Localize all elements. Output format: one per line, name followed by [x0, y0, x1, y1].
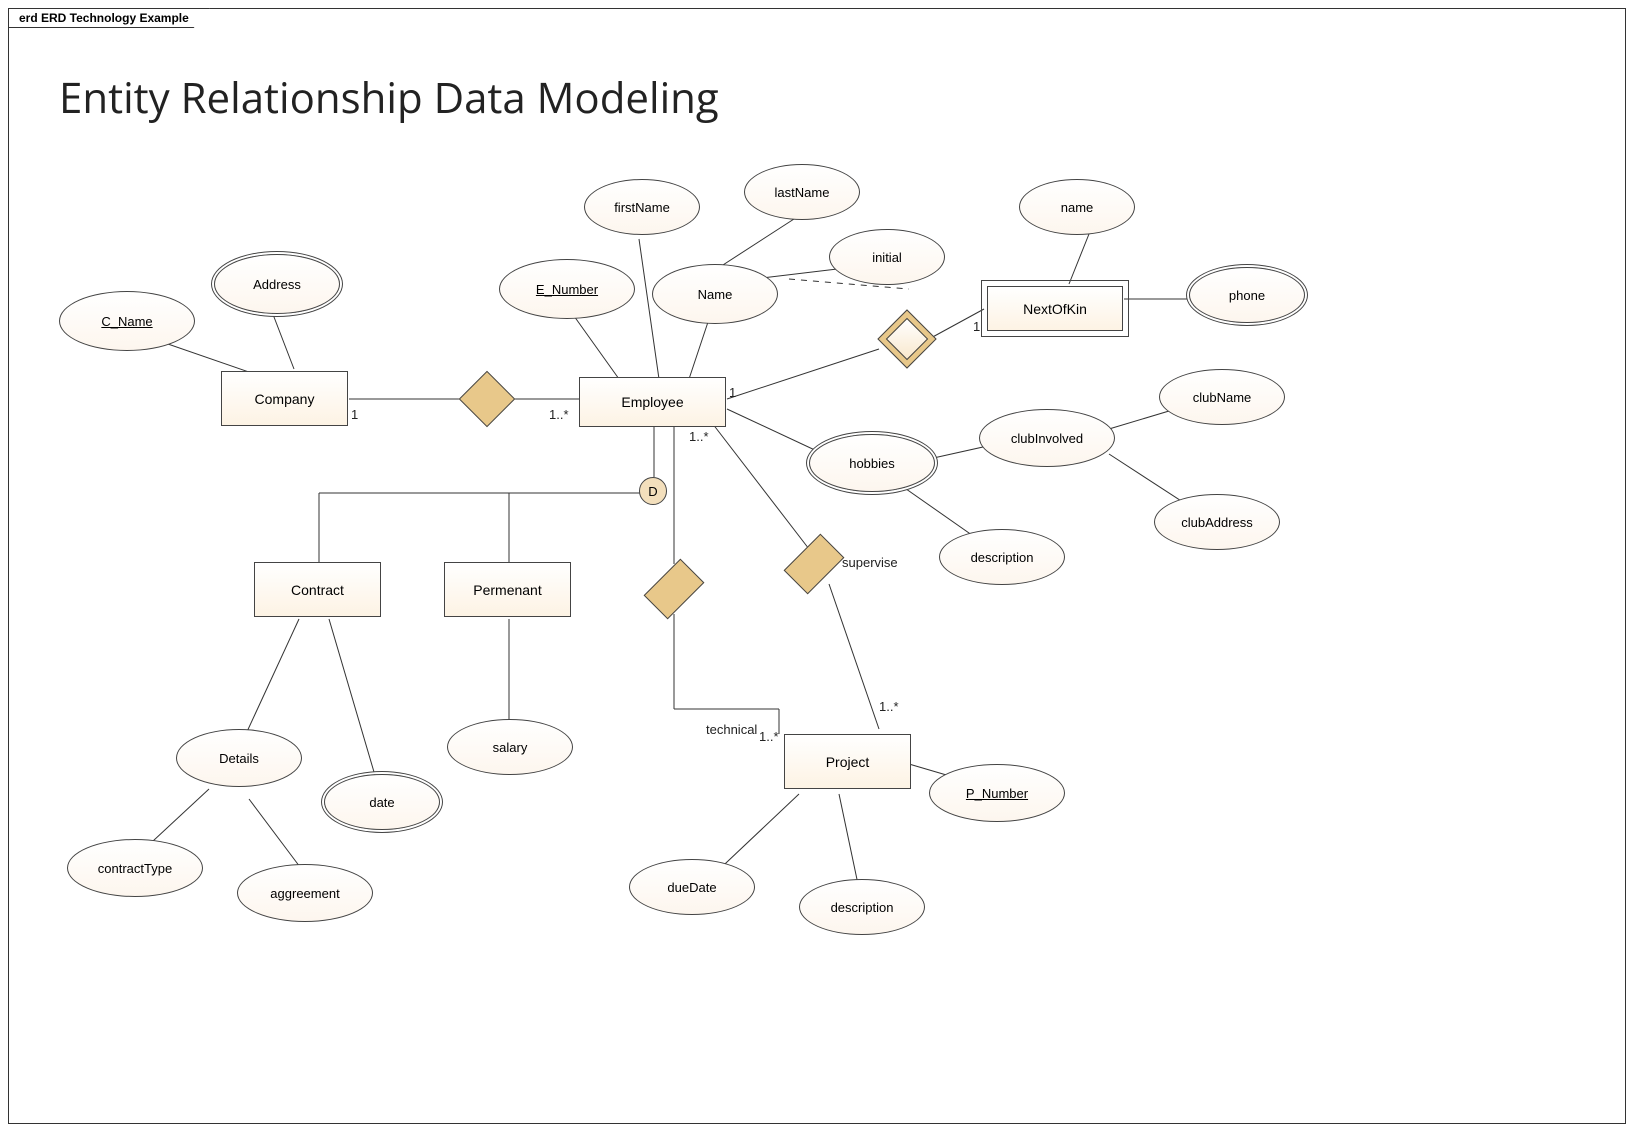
role-label: supervise: [842, 555, 898, 570]
attr-label: salary: [493, 740, 528, 755]
attr-label: C_Name: [101, 314, 152, 329]
attr-label: clubInvolved: [1011, 431, 1083, 446]
attr-c-name[interactable]: C_Name: [59, 291, 195, 351]
attr-label: description: [831, 900, 894, 915]
attr-label: initial: [872, 250, 902, 265]
entity-label: Project: [826, 754, 870, 770]
attr-duedate[interactable]: dueDate: [629, 859, 755, 915]
attr-label: name: [1061, 200, 1094, 215]
disjoint-circle[interactable]: D: [639, 477, 667, 505]
entity-nextofkin[interactable]: NextOfKin: [987, 286, 1123, 331]
attr-label: P_Number: [966, 786, 1028, 801]
identifying-relationship-diamond[interactable]: [879, 319, 934, 359]
entity-label: Company: [255, 391, 315, 407]
entity-permanent[interactable]: Permenant: [444, 562, 571, 617]
attr-label: Details: [219, 751, 259, 766]
attr-label: firstName: [614, 200, 670, 215]
attr-initial[interactable]: initial: [829, 229, 945, 285]
cardinality-label: 1: [973, 319, 980, 334]
attr-firstname[interactable]: firstName: [584, 179, 700, 235]
cardinality-label: 1: [729, 385, 736, 400]
attr-lastname[interactable]: lastName: [744, 164, 860, 220]
entity-project[interactable]: Project: [784, 734, 911, 789]
relationship-technical[interactable]: [649, 559, 699, 619]
attr-label: Name: [698, 287, 733, 302]
cardinality-label: 1..*: [689, 429, 709, 444]
attr-label: date: [369, 795, 394, 810]
entity-contract[interactable]: Contract: [254, 562, 381, 617]
attr-label: Address: [253, 277, 301, 292]
entity-label: NextOfKin: [1023, 301, 1087, 317]
entity-label: Contract: [291, 582, 344, 598]
attr-clubaddress[interactable]: clubAddress: [1154, 494, 1280, 550]
cardinality-label: 1..*: [759, 729, 779, 744]
attr-label: aggreement: [270, 886, 339, 901]
attr-aggreement[interactable]: aggreement: [237, 864, 373, 922]
attr-phone[interactable]: phone: [1189, 267, 1305, 323]
attr-label: description: [971, 550, 1034, 565]
attr-name-composite[interactable]: Name: [652, 264, 778, 324]
attr-p-number[interactable]: P_Number: [929, 764, 1065, 822]
attr-clubinvolved[interactable]: clubInvolved: [979, 409, 1115, 467]
cardinality-label: 1..*: [879, 699, 899, 714]
attr-project-description[interactable]: description: [799, 879, 925, 935]
attr-address[interactable]: Address: [214, 254, 340, 314]
entity-label: Permenant: [473, 582, 541, 598]
disjoint-label: D: [648, 484, 657, 499]
attr-e-number[interactable]: E_Number: [499, 259, 635, 319]
attr-label: phone: [1229, 288, 1265, 303]
entity-employee[interactable]: Employee: [579, 377, 726, 427]
attr-label: hobbies: [849, 456, 895, 471]
attr-label: clubAddress: [1181, 515, 1253, 530]
cardinality-label: 1: [351, 407, 358, 422]
role-label: technical: [706, 722, 757, 737]
attr-clubname[interactable]: clubName: [1159, 369, 1285, 425]
relationship-supervise[interactable]: [789, 534, 839, 594]
attr-label: contractType: [98, 861, 172, 876]
cardinality-label: 1..*: [549, 407, 569, 422]
diagram-frame: erd ERD Technology Example Entity Relati…: [8, 8, 1626, 1124]
entity-label: Employee: [621, 394, 683, 410]
diagram-canvas: Company Employee NextOfKin Contract Perm…: [9, 9, 1625, 1123]
attr-contracttype[interactable]: contractType: [67, 839, 203, 897]
attr-hobby-description[interactable]: description: [939, 529, 1065, 585]
attr-label: clubName: [1193, 390, 1252, 405]
relationship-diamond[interactable]: [459, 384, 514, 414]
attr-label: dueDate: [667, 880, 716, 895]
attr-label: lastName: [775, 185, 830, 200]
attr-hobbies[interactable]: hobbies: [809, 434, 935, 492]
attr-label: E_Number: [536, 282, 598, 297]
attr-nok-name[interactable]: name: [1019, 179, 1135, 235]
entity-company[interactable]: Company: [221, 371, 348, 426]
attr-date[interactable]: date: [324, 774, 440, 830]
attr-details[interactable]: Details: [176, 729, 302, 787]
attr-salary[interactable]: salary: [447, 719, 573, 775]
